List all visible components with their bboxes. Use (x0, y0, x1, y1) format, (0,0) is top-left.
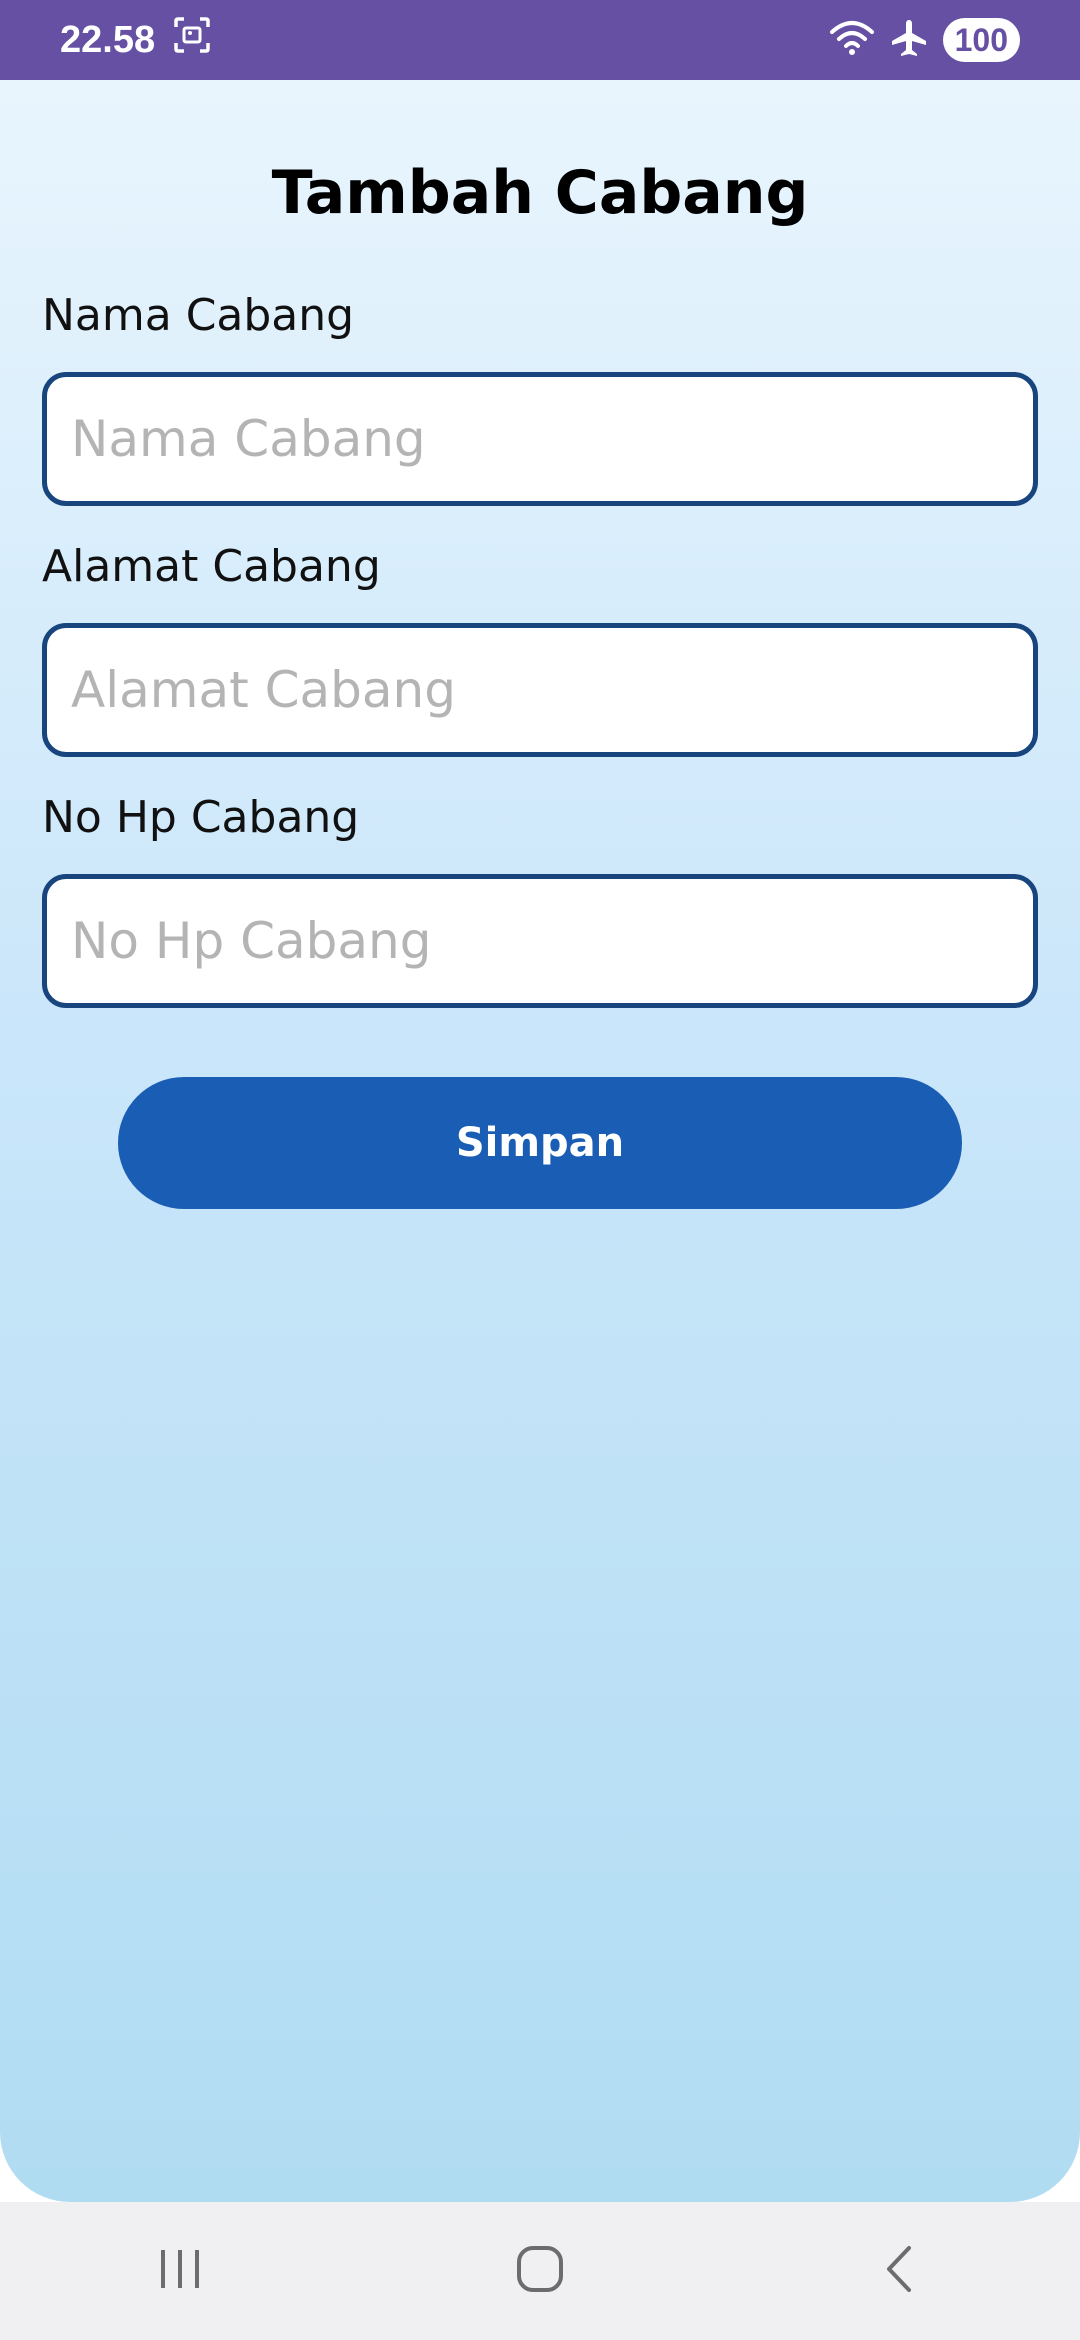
nama-cabang-label: Nama Cabang (42, 290, 355, 341)
no-hp-cabang-input[interactable] (42, 874, 1038, 1008)
back-button[interactable] (840, 2221, 960, 2321)
wifi-icon (829, 18, 875, 62)
home-button[interactable] (480, 2221, 600, 2321)
nama-cabang-input[interactable] (42, 372, 1038, 506)
screenshot-icon (173, 16, 211, 64)
recent-apps-button[interactable] (120, 2221, 240, 2321)
status-left: 22.58 (60, 16, 211, 64)
status-time: 22.58 (60, 18, 156, 61)
page-title: Tambah Cabang (271, 158, 809, 228)
status-right: 100 (829, 18, 1020, 62)
alamat-cabang-label: Alamat Cabang (42, 541, 381, 592)
home-icon (515, 2244, 565, 2298)
status-bar: 22.58 100 (0, 0, 1080, 80)
alamat-cabang-input[interactable] (42, 623, 1038, 757)
navigation-bar (0, 2202, 1080, 2340)
recent-apps-icon (155, 2244, 205, 2298)
battery-indicator: 100 (942, 18, 1020, 62)
airplane-icon (889, 18, 929, 62)
back-icon (875, 2244, 925, 2298)
no-hp-cabang-label: No Hp Cabang (42, 792, 360, 843)
save-button[interactable]: Simpan (118, 1077, 962, 1209)
